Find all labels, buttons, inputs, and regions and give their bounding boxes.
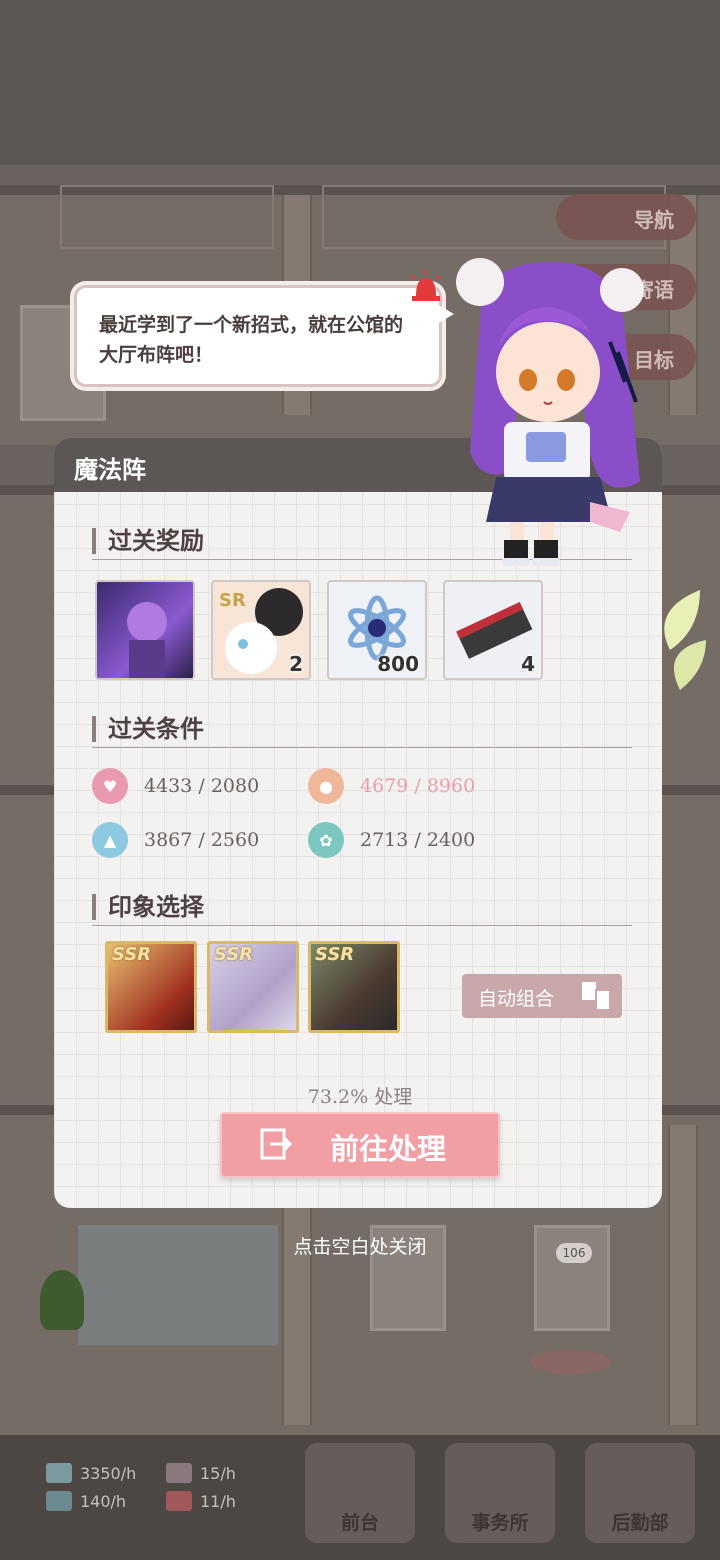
stat-cash: 3350/h <box>46 1463 136 1483</box>
stamina-icon: ♥ <box>92 768 128 804</box>
speech-bubble: 最近学到了一个新招式，就在公馆的大厅布阵吧！ <box>74 285 442 387</box>
character-portrait-icon <box>127 602 167 678</box>
book-icon <box>46 1491 72 1511</box>
conditions-section-title: 过关条件 <box>92 716 204 742</box>
bottom-bar: 3350/h 15/h 140/h 11/h 前台 事务所 后勤部 <box>0 1435 720 1560</box>
brown-hair-character-card[interactable]: SSR <box>308 941 400 1033</box>
crystal-flower-reward[interactable]: 800 <box>327 580 427 680</box>
popularity-icon <box>166 1463 192 1483</box>
speech-text: 最近学到了一个新招式，就在公馆的大厅布阵吧！ <box>99 314 404 366</box>
condition-stamina: ♥ 4433 / 2080 <box>92 768 259 804</box>
nav-logistics[interactable]: 后勤部 <box>585 1443 695 1543</box>
potted-plant <box>40 1270 84 1330</box>
alarm-icon <box>411 270 441 301</box>
nav-office[interactable]: 事务所 <box>445 1443 555 1543</box>
ticket-reward[interactable]: 4 <box>443 580 543 680</box>
door-mat <box>530 1350 610 1374</box>
purple-hair-girl-character <box>456 258 644 566</box>
silver-hair-character-card[interactable]: SSR <box>207 941 299 1033</box>
go-process-button[interactable]: 前往处理 <box>220 1112 500 1178</box>
character-card-reward[interactable] <box>95 580 195 680</box>
svg-text:SR: SR <box>219 590 246 611</box>
progress-text: 73.2% 处理 <box>307 1086 413 1108</box>
gift-icon <box>166 1491 192 1511</box>
nav-front-desk[interactable]: 前台 <box>305 1443 415 1543</box>
impression-divider <box>92 925 632 926</box>
conditions-divider <box>92 747 632 748</box>
stat-book: 140/h <box>46 1491 126 1511</box>
close-hint[interactable]: 点击空白处关闭 <box>0 1232 720 1259</box>
graduation-icon: ▲ <box>92 822 128 858</box>
stat-popularity: 15/h <box>166 1463 236 1483</box>
person-icon: ● <box>308 768 344 804</box>
flower-icon: ✿ <box>308 822 344 858</box>
condition-graduation: ▲ 3867 / 2560 <box>92 822 259 858</box>
navigation-button[interactable]: 导航 <box>556 194 696 240</box>
rewards-section-title: 过关奖励 <box>92 528 204 554</box>
blond-character-card[interactable]: SSR <box>105 941 197 1033</box>
stat-gift: 11/h <box>166 1491 236 1511</box>
dialog-title: 魔法阵 <box>74 456 146 484</box>
leaf-decoration <box>664 590 706 690</box>
enter-icon <box>260 1128 292 1160</box>
condition-flower: ✿ 2713 / 2400 <box>308 822 475 858</box>
auto-combine-button[interactable]: 自动组合 <box>462 974 622 1018</box>
sr-cats-card-reward[interactable]: SR 2 <box>211 580 311 680</box>
impression-section-title: 印象选择 <box>92 894 204 920</box>
cards-icon <box>582 982 611 1011</box>
cash-icon <box>46 1463 72 1483</box>
condition-person: ● 4679 / 8960 <box>308 768 475 804</box>
top-bar <box>0 0 720 165</box>
